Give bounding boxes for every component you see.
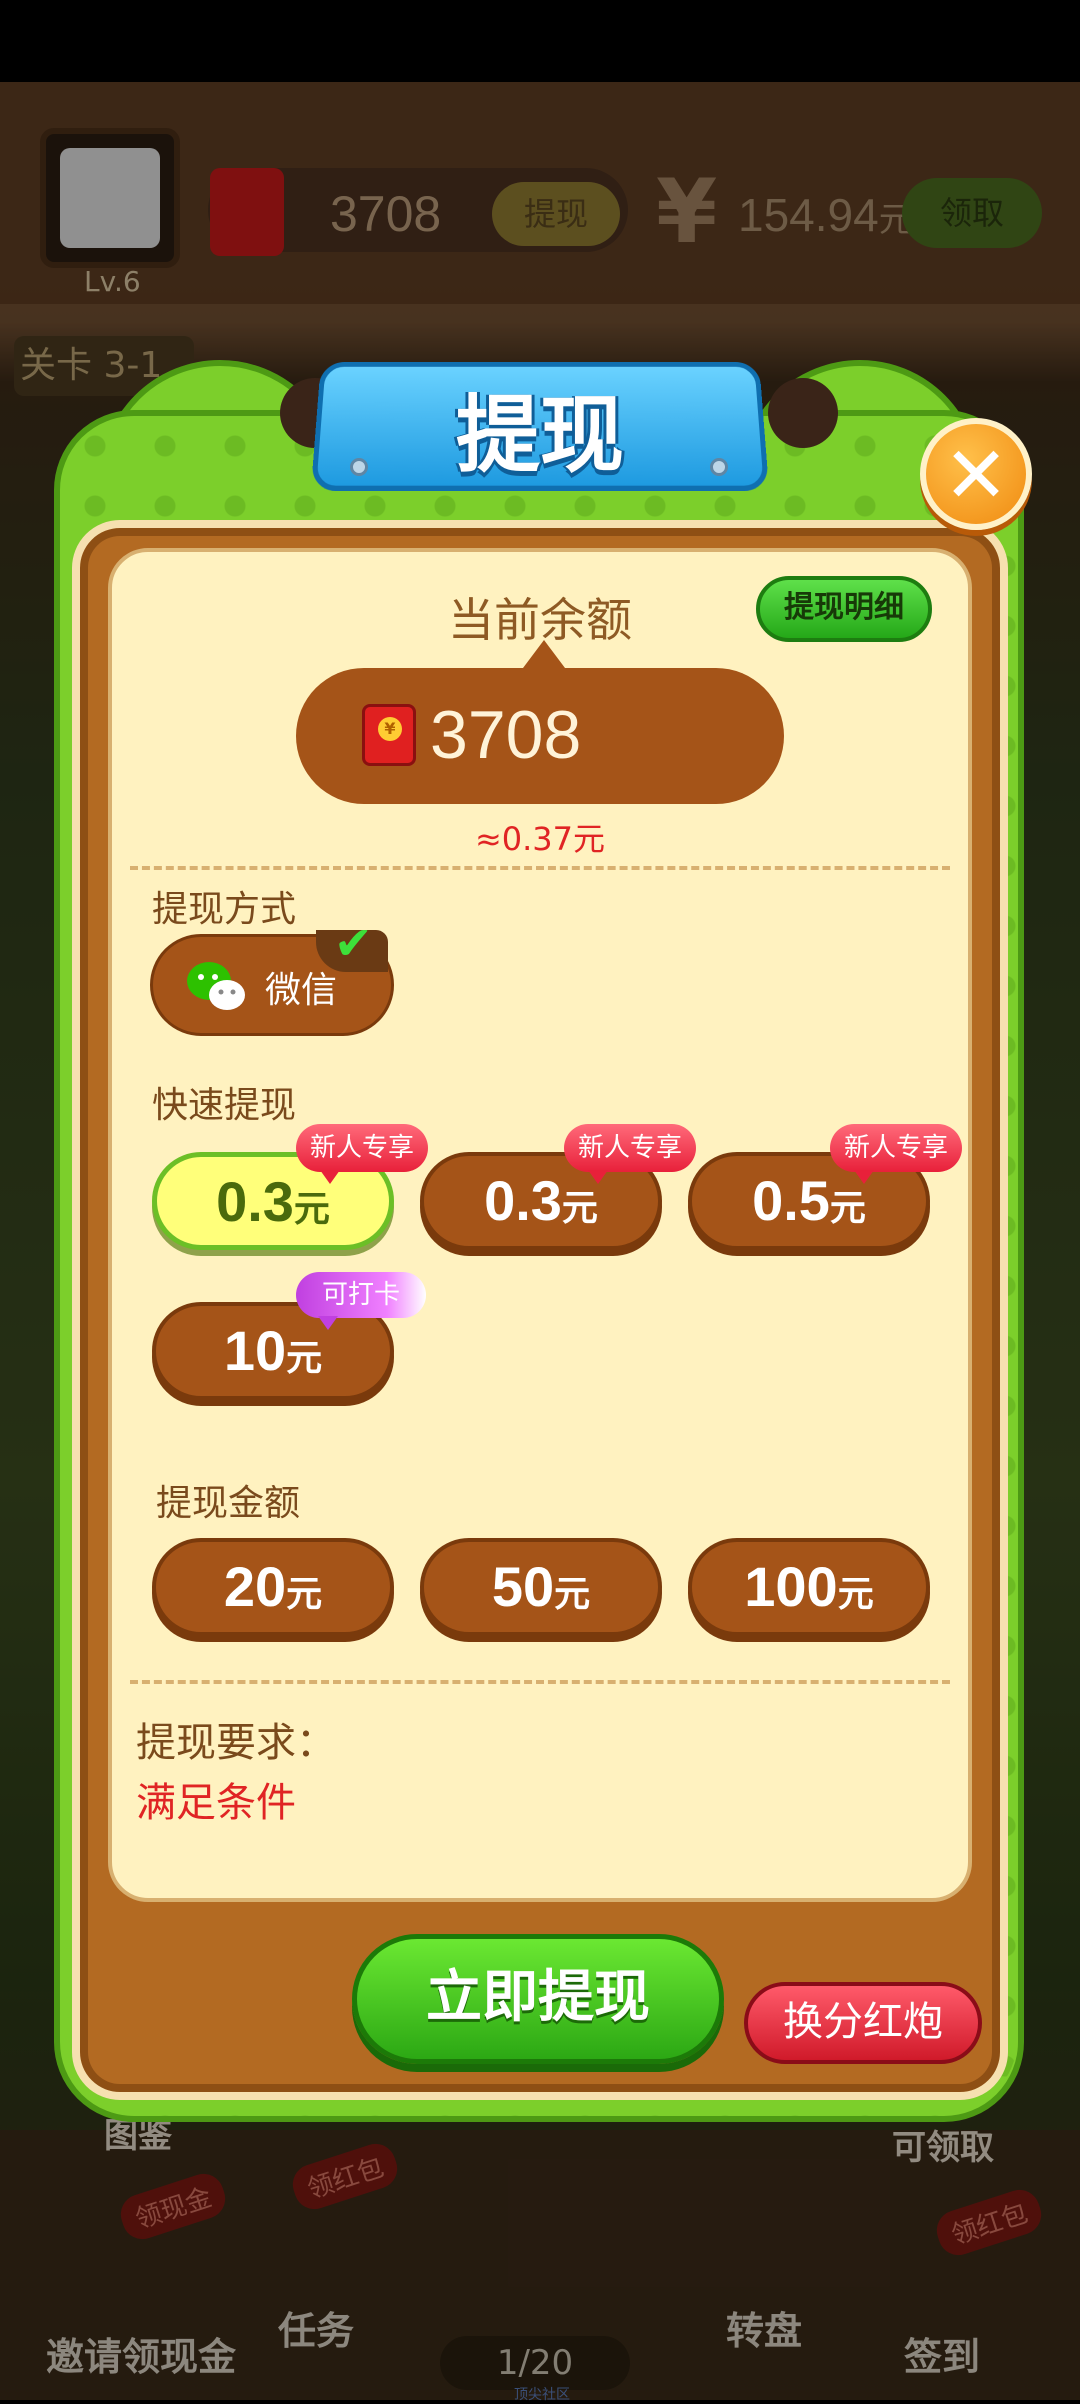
- amount-unit: 元: [286, 1338, 323, 1379]
- new-user-tag: 新人专享: [564, 1124, 697, 1184]
- requirement-value: 满足条件: [136, 1780, 296, 1826]
- requirement-label: 提现要求：: [136, 1720, 336, 1766]
- amount-value: 50: [491, 1555, 555, 1618]
- amount-value: 0.3: [484, 1169, 562, 1232]
- amount-value: 100: [744, 1555, 838, 1618]
- checkin-tag: 可打卡: [296, 1272, 427, 1330]
- red-envelope-icon: ¥: [362, 704, 416, 766]
- close-button[interactable]: ✕: [920, 418, 1032, 530]
- amount-unit: 元: [293, 1189, 330, 1230]
- wechat-icon: [187, 962, 245, 1010]
- check-icon: ✔: [334, 916, 373, 970]
- amount-value: 0.3: [216, 1170, 294, 1233]
- new-user-tag: 新人专享: [296, 1124, 429, 1184]
- screw-icon: [350, 458, 368, 476]
- dialog-title: 提现: [455, 386, 624, 484]
- divider: [130, 1680, 950, 1684]
- amount-option-20[interactable]: 20元: [152, 1538, 394, 1636]
- amount-value: 10: [223, 1319, 287, 1382]
- amount-unit: 元: [286, 1574, 323, 1615]
- amount-unit: 元: [561, 1188, 598, 1229]
- new-user-tag: 新人专享: [830, 1124, 963, 1184]
- divider: [130, 866, 950, 870]
- amount-label: 提现金额: [156, 1483, 301, 1524]
- method-label: 提现方式: [152, 889, 297, 930]
- selected-check-tag: ✔: [316, 916, 388, 972]
- horn-right: [768, 378, 838, 448]
- amount-option-50[interactable]: 50元: [420, 1538, 662, 1636]
- amount-option-100[interactable]: 100元: [688, 1538, 930, 1636]
- balance-approx: ≈0.37元: [474, 820, 606, 858]
- screw-icon: [710, 458, 728, 476]
- quick-withdraw-label: 快速提现: [152, 1085, 297, 1126]
- exchange-button[interactable]: 换分红炮: [744, 1982, 982, 2064]
- amount-unit: 元: [829, 1188, 866, 1229]
- amount-unit: 元: [554, 1574, 591, 1615]
- withdraw-now-button[interactable]: 立即提现: [352, 1934, 724, 2064]
- yen-coin-icon: ¥: [378, 717, 402, 741]
- amount-value: 20: [223, 1555, 287, 1618]
- balance-value: 3708: [430, 697, 582, 773]
- amount-value: 0.5: [752, 1169, 830, 1232]
- amount-unit: 元: [837, 1574, 874, 1615]
- method-name: 微信: [265, 970, 338, 1011]
- close-icon: ✕: [943, 431, 1009, 521]
